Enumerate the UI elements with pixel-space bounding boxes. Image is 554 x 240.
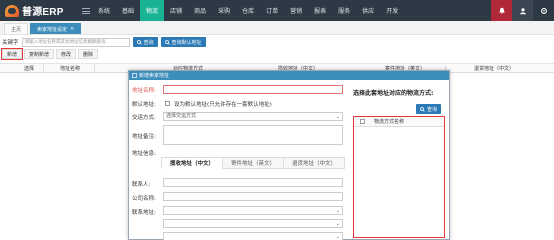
search-row: 关键字 请输入地址名称或其他地址信息模糊查询 查询 查询默认地址: [2, 37, 206, 47]
close-icon[interactable]: ×: [70, 26, 74, 32]
nav-item[interactable]: 商品: [188, 0, 212, 21]
chevron-down-icon: ⌄: [335, 208, 340, 214]
contact-person-label: 联系人:: [132, 182, 151, 188]
nav-item[interactable]: 营销: [284, 0, 308, 21]
delivery-method-select[interactable]: 选择交运方式 ⌄: [163, 112, 343, 121]
contact-person-input[interactable]: [163, 178, 343, 187]
tab-sender-address[interactable]: 寄件地址（英文）: [222, 157, 285, 169]
chevron-down-icon: ⌄: [335, 114, 340, 120]
tab-home[interactable]: 主页: [4, 23, 29, 34]
contact-address-label: 联系地址:: [132, 210, 156, 216]
action-toolbar: 新增 复制新增 修改 删除: [0, 48, 99, 60]
nav-item[interactable]: 采购: [212, 0, 236, 21]
column-divider: [94, 65, 95, 72]
logistics-name-column: 物流方式名称: [374, 119, 405, 125]
query-default-button[interactable]: 查询默认地址: [160, 37, 206, 47]
delivery-method-value: 选择交运方式: [166, 113, 197, 119]
district-select[interactable]: ⌄: [163, 232, 343, 240]
add-address-dialog: 新增卖家地址 地址名称: 默认地址: 设为默认地址(只允许存在一套默认地址) 交…: [128, 70, 450, 240]
bell-icon: [498, 7, 505, 14]
keyword-input[interactable]: 请输入地址名称或其他地址信息模糊查询: [21, 37, 130, 47]
address-name-input[interactable]: [163, 85, 343, 94]
tab-seller-address-label: 卖家地址设定: [37, 26, 68, 33]
query-button[interactable]: 查询: [132, 37, 158, 47]
query-default-button-label: 查询默认地址: [171, 39, 202, 46]
app-logo[interactable]: 普源ERP: [0, 0, 80, 21]
user-icon: [519, 7, 526, 14]
address-name-label: 地址名称:: [132, 88, 156, 94]
address-remark-label: 地址备注:: [132, 134, 156, 140]
nav-item[interactable]: 开发: [380, 0, 404, 21]
nav-item[interactable]: 服务: [332, 0, 356, 21]
logo-text: 普源ERP: [22, 7, 64, 18]
top-navbar: 普源ERP 系统 基础 物流 店铺 商品 采购 仓库 订单 营销 报表 服务 供应 开发: [0, 0, 554, 21]
company-name-input[interactable]: [163, 192, 343, 201]
city-select[interactable]: ⌄: [163, 219, 343, 228]
logistics-panel-title: 选择此套地址对应的物流方式:: [353, 90, 434, 97]
search-icon: [164, 39, 170, 45]
company-name-label: 公司名称:: [132, 196, 156, 202]
user-button[interactable]: [512, 0, 533, 21]
gear-icon: [540, 7, 547, 14]
dialog-icon: [132, 73, 137, 78]
address-type-tabs: 揽收地址（中文） 寄件地址（英文） 退货地址（中文）: [161, 157, 346, 169]
logistics-query-label: 查询: [427, 106, 438, 113]
dialog-title: 新增卖家地址: [139, 73, 170, 79]
logistics-list-header: 物流方式名称: [354, 117, 444, 127]
menu-toggle-icon[interactable]: [82, 7, 90, 14]
page-tabs: 主页 卖家地址设定 ×: [0, 21, 554, 35]
query-button-label: 查询: [143, 39, 154, 46]
delivery-method-label: 交运方式:: [132, 115, 156, 121]
address-info-label: 地址信息:: [132, 151, 156, 157]
notification-button[interactable]: [491, 0, 512, 21]
add-button[interactable]: 新增: [0, 48, 24, 60]
logistics-list: 物流方式名称: [353, 116, 445, 238]
nav-item[interactable]: 店铺: [164, 0, 188, 21]
chevron-down-icon: ⌄: [335, 221, 340, 227]
logo-icon: [5, 4, 19, 17]
column-divider: [43, 65, 44, 72]
top-right-actions: [491, 0, 554, 21]
nav-item[interactable]: 仓库: [236, 0, 260, 21]
chevron-down-icon: ⌄: [335, 234, 340, 240]
default-address-text: 设为默认地址(只允许存在一套默认地址): [174, 102, 272, 108]
nav-item[interactable]: 供应: [356, 0, 380, 21]
logistics-query-button[interactable]: 查询: [416, 104, 442, 114]
province-select[interactable]: ⌄: [163, 206, 343, 215]
nav-item[interactable]: 基础: [116, 0, 140, 21]
copy-add-button[interactable]: 复制新增: [24, 49, 55, 59]
nav-item[interactable]: 报表: [308, 0, 332, 21]
keyword-label: 关键字: [2, 40, 19, 46]
edit-button[interactable]: 修改: [56, 49, 77, 59]
select-all-checkbox[interactable]: [360, 119, 365, 124]
search-icon: [420, 106, 425, 112]
dialog-title-bar[interactable]: 新增卖家地址: [129, 71, 449, 80]
default-address-label: 默认地址:: [132, 102, 156, 108]
search-icon: [136, 39, 142, 45]
column-header: 选择: [24, 66, 35, 72]
nav-item[interactable]: 系统: [92, 0, 116, 21]
tab-pickup-address[interactable]: 揽收地址（中文）: [161, 157, 224, 169]
column-header: 地址名称: [60, 66, 81, 72]
column-header: 退货地址（中文）: [474, 66, 515, 72]
tab-return-address[interactable]: 退货地址（中文）: [283, 157, 346, 169]
main-nav: 系统 基础 物流 店铺 商品 采购 仓库 订单 营销 报表 服务 供应 开发: [92, 0, 404, 21]
nav-item[interactable]: 物流: [140, 0, 165, 21]
nav-item[interactable]: 订单: [260, 0, 284, 21]
tab-seller-address[interactable]: 卖家地址设定 ×: [30, 23, 82, 34]
delete-button[interactable]: 删除: [78, 49, 99, 59]
tab-home-label: 主页: [11, 26, 22, 33]
default-address-checkbox[interactable]: [165, 101, 170, 106]
settings-button[interactable]: [533, 0, 554, 21]
address-remark-textarea[interactable]: [163, 125, 343, 145]
